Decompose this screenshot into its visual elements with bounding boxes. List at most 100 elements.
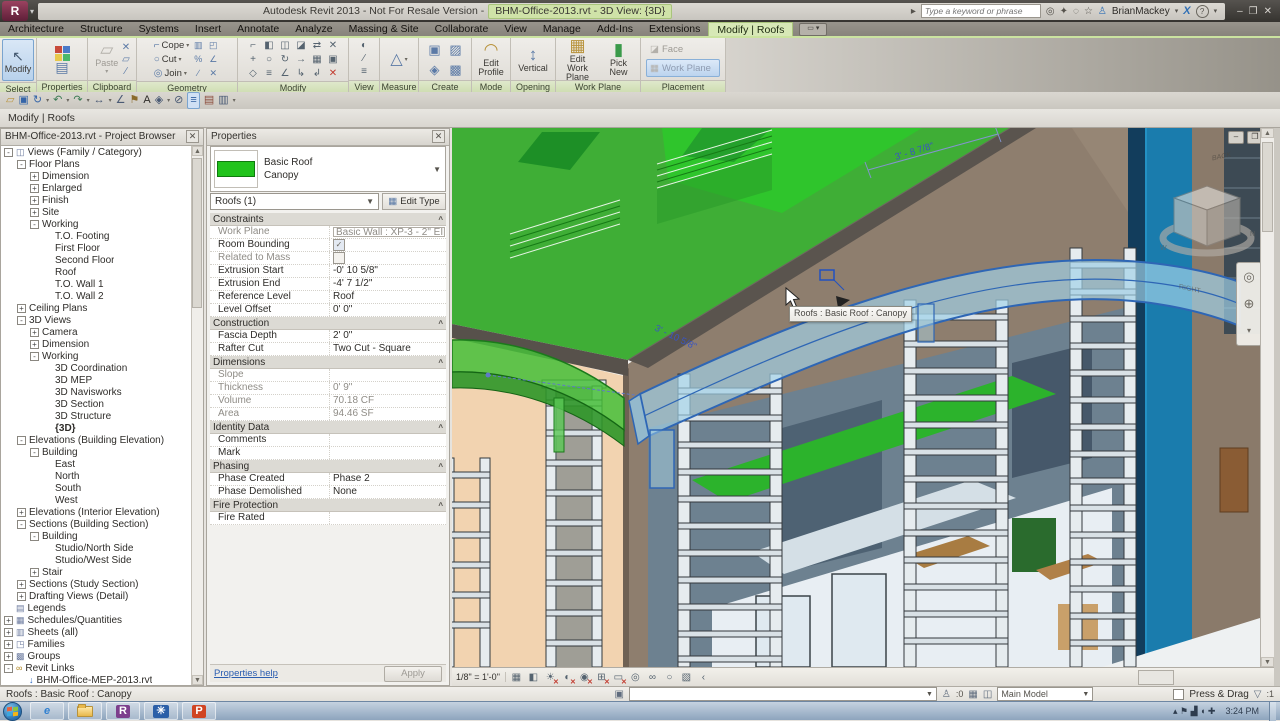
expand-view-bar-icon[interactable]: ‹	[696, 670, 711, 685]
tree-item[interactable]: + ▦ Schedules/Quantities	[1, 614, 192, 626]
tree-item[interactable]: + Dimension	[1, 338, 192, 350]
viewport-scrollbar[interactable]: ▲ ▼	[1260, 128, 1274, 667]
3d-view[interactable]: 3' - 8 7/8" 3' - 10 5/8" RIGHT BACK W N	[443, 125, 1260, 668]
expand-icon[interactable]: +	[17, 591, 26, 601]
tree-item[interactable]: 3D Section	[1, 398, 192, 410]
create-parts-icon[interactable]: ▩	[446, 60, 466, 79]
type-properties-icon[interactable]: ▤	[55, 60, 68, 74]
collapse-section-icon[interactable]: ^	[438, 462, 443, 471]
expand-icon[interactable]: +	[4, 651, 13, 661]
property-section-header[interactable]: Constraints ^	[210, 213, 446, 226]
drawing-area[interactable]: 3' - 8 7/8" 3' - 10 5/8" RIGHT BACK W N	[443, 125, 1260, 668]
collapse-icon[interactable]: -	[17, 159, 26, 169]
show-hidden-icons-icon[interactable]: ▴	[1173, 706, 1180, 716]
property-row[interactable]: Room Bounding ✓	[210, 239, 446, 252]
property-row[interactable]: Slope	[210, 369, 446, 382]
tree-item[interactable]: - Sections (Building Section)	[1, 518, 192, 530]
tree-item[interactable]: T.O. Wall 2	[1, 290, 192, 302]
modify-tool-button[interactable]: ↖ Modify	[2, 39, 34, 81]
close-button[interactable]: ✕	[1264, 6, 1272, 17]
expand-icon[interactable]: +	[30, 207, 39, 217]
default-3d-view-icon[interactable]: ◈	[155, 93, 163, 108]
active-workset-dropdown[interactable]: ▼	[628, 687, 937, 701]
navbar-expand-icon[interactable]: ▾	[1247, 324, 1251, 338]
tree-item[interactable]: + Elevations (Interior Elevation)	[1, 506, 192, 518]
tree-item[interactable]: + ▥ Sheets (all)	[1, 626, 192, 638]
property-row[interactable]: Mark	[210, 447, 446, 460]
tab-massing-site[interactable]: Massing & Site	[341, 22, 427, 36]
property-value[interactable]: 0' 0"	[330, 304, 446, 316]
viewport-scroll-up-icon[interactable]: ▲	[1261, 128, 1274, 138]
tree-item[interactable]: West	[1, 494, 192, 506]
property-value[interactable]: 0' 9"	[330, 382, 446, 394]
expand-icon[interactable]: +	[4, 627, 13, 637]
property-value[interactable]	[330, 512, 446, 524]
property-value[interactable]: Two Cut - Square	[330, 343, 446, 355]
property-value[interactable]: None	[330, 486, 446, 498]
safely-remove-icon[interactable]: ✚	[1208, 706, 1216, 716]
property-row[interactable]: Related to Mass	[210, 252, 446, 265]
property-value[interactable]	[330, 369, 446, 381]
application-menu-caret-icon[interactable]: ▾	[30, 7, 34, 16]
override-graphics-icon[interactable]: ∕	[363, 53, 365, 65]
revit-app-icon[interactable]: R	[106, 702, 140, 720]
expand-icon[interactable]: +	[30, 327, 39, 337]
property-value[interactable]: -0' 10 5/8"	[330, 265, 446, 277]
remove-paint-icon[interactable]: ∕	[191, 67, 205, 80]
property-row[interactable]: Fire Rated	[210, 512, 446, 525]
network-icon[interactable]: ▟	[1191, 706, 1200, 716]
expand-icon[interactable]: +	[30, 339, 39, 349]
property-row[interactable]: Volume 70.18 CF	[210, 395, 446, 408]
property-value[interactable]	[330, 434, 446, 446]
pick-new-work-plane-button[interactable]: ▮ Pick New	[599, 39, 638, 79]
tree-item[interactable]: + Sections (Study Section)	[1, 578, 192, 590]
cut-clipboard-icon[interactable]: ∕	[125, 66, 127, 77]
expand-icon[interactable]: +	[30, 195, 39, 205]
tree-item[interactable]: ↓ BHM-Office-MEP-2013.rvt	[1, 674, 192, 686]
minimize-button[interactable]: –	[1237, 6, 1243, 17]
show-desktop-button[interactable]	[1269, 701, 1276, 721]
taskbar-clock[interactable]: 3:24 PM	[1219, 706, 1265, 716]
properties-help-link[interactable]: Properties help	[214, 668, 278, 679]
property-row[interactable]: Extrusion End -4' 7 1/2"	[210, 278, 446, 291]
signed-in-user[interactable]: BrianMackey	[1112, 6, 1170, 17]
cut-button[interactable]: ○ Cut ▾	[154, 53, 182, 66]
tree-item[interactable]: - Floor Plans	[1, 158, 192, 170]
type-selector[interactable]: Basic Roof Canopy ▼	[210, 146, 446, 192]
property-row[interactable]: Reference Level Roof	[210, 291, 446, 304]
search-input[interactable]	[920, 4, 1041, 18]
steering-wheel-icon[interactable]: ◎	[1243, 269, 1254, 284]
sync-icon[interactable]: ↻	[33, 93, 42, 108]
tab-structure[interactable]: Structure	[72, 22, 131, 36]
properties-close-icon[interactable]: ✕	[432, 130, 445, 143]
tree-item[interactable]: ▤ Legends	[1, 602, 192, 614]
tree-item[interactable]: - ◫ Views (Family / Category)	[1, 146, 192, 158]
exclude-options-icon[interactable]: ◫	[983, 689, 992, 700]
tree-item[interactable]: 3D MEP	[1, 374, 192, 386]
property-value[interactable]	[330, 447, 446, 459]
property-row[interactable]: Area 94.46 SF	[210, 408, 446, 421]
collapse-section-icon[interactable]: ^	[438, 319, 443, 328]
tree-item[interactable]: South	[1, 482, 192, 494]
tab-view[interactable]: View	[496, 22, 535, 36]
internet-explorer-icon[interactable]: e	[30, 702, 64, 720]
vertical-opening-button[interactable]: ↕ Vertical	[513, 39, 553, 79]
property-value[interactable]: -4' 7 1/2"	[330, 278, 446, 290]
checkbox-icon[interactable]	[333, 252, 345, 264]
action-center-icon[interactable]: ⚑	[1180, 706, 1191, 716]
press-drag-checkbox[interactable]	[1173, 688, 1185, 700]
split-face-icon[interactable]: ✕	[206, 67, 220, 80]
application-menu-button[interactable]: R	[2, 1, 28, 21]
crop-region-icon[interactable]: ▭ ✕	[611, 670, 627, 686]
tag-icon[interactable]: ⚑	[129, 93, 139, 108]
collapse-section-icon[interactable]: ^	[438, 358, 443, 367]
switch-windows-icon-caret[interactable]: ▾	[233, 97, 236, 104]
tree-item[interactable]: + Enlarged	[1, 182, 192, 194]
tree-item[interactable]: Studio/North Side	[1, 542, 192, 554]
collapse-icon[interactable]: -	[4, 663, 13, 673]
property-section-header[interactable]: Fire Protection ^	[210, 499, 446, 512]
sign-in-person-icon[interactable]: ♙	[1098, 6, 1107, 17]
collapse-icon[interactable]: -	[17, 519, 26, 529]
scroll-up-icon[interactable]: ▲	[192, 146, 203, 156]
tree-item[interactable]: - Building	[1, 530, 192, 542]
